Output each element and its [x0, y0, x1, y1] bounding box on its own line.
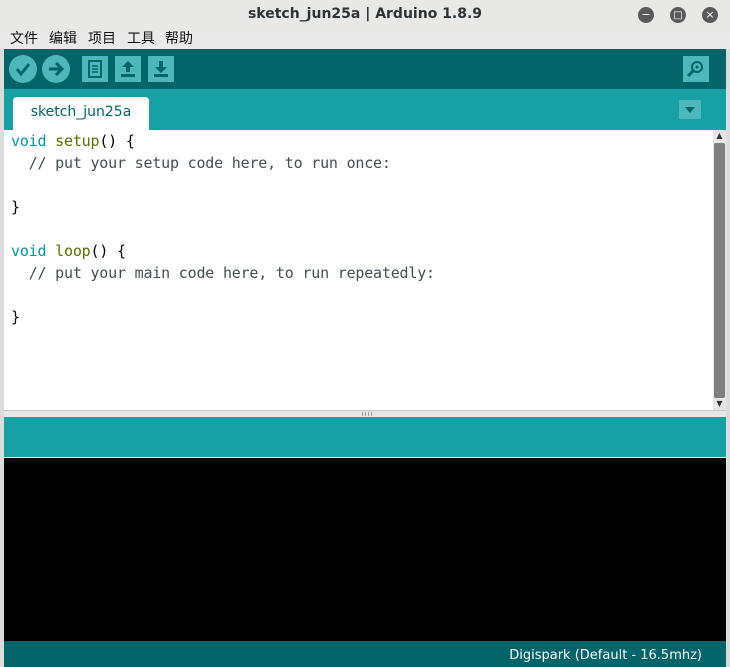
console-output[interactable] [4, 457, 726, 642]
scrollbar-thumb[interactable] [714, 143, 725, 398]
maximize-button[interactable]: □ [670, 7, 686, 23]
open-button[interactable] [115, 56, 141, 82]
minimize-button[interactable]: − [638, 7, 654, 23]
scroll-down-icon[interactable]: ▼ [713, 398, 726, 410]
code-editor[interactable]: void setup() { // put your setup code he… [4, 130, 713, 410]
menu-sketch[interactable]: 项目 [88, 30, 116, 48]
minimize-icon: − [641, 8, 651, 21]
close-button[interactable]: × [702, 7, 718, 23]
title-bar: sketch_jun25a | Arduino 1.8.9 − □ × [0, 0, 730, 31]
menu-tools[interactable]: 工具 [127, 30, 155, 48]
menu-bar: 文件 编辑 项目 工具 帮助 [0, 30, 730, 49]
window-title: sketch_jun25a | Arduino 1.8.9 [247, 6, 483, 22]
code-comment: // put your setup code here, to run once… [11, 154, 391, 172]
open-icon [121, 61, 135, 77]
chevron-down-icon [685, 107, 695, 113]
code-comment: // put your main code here, to run repea… [11, 264, 435, 282]
toolbar [4, 49, 726, 89]
save-button[interactable] [148, 56, 174, 82]
serial-monitor-button[interactable] [683, 56, 709, 82]
tab-sketch[interactable]: sketch_jun25a [13, 97, 149, 130]
code-line: } [11, 198, 20, 216]
menu-edit[interactable]: 编辑 [49, 30, 77, 48]
tab-menu-button[interactable] [679, 100, 701, 119]
serial-monitor-icon [686, 61, 703, 78]
menu-help[interactable]: 帮助 [165, 30, 193, 48]
editor-scrollbar[interactable]: ▲ ▼ [713, 130, 726, 410]
maximize-icon: □ [673, 10, 683, 21]
code-line: } [11, 308, 20, 326]
code-line: void setup() { [11, 132, 135, 150]
menu-file[interactable]: 文件 [10, 30, 38, 48]
verify-button[interactable] [9, 55, 37, 83]
scroll-up-icon[interactable]: ▲ [713, 130, 726, 142]
code-line: void loop() { [11, 242, 126, 260]
tab-bar: sketch_jun25a [4, 89, 726, 130]
upload-icon [49, 61, 65, 77]
verify-icon [15, 63, 31, 77]
new-icon [88, 60, 102, 78]
board-label: Digispark (Default - 16.5mhz) [509, 648, 702, 663]
close-icon: × [705, 8, 715, 21]
status-footer: Digispark (Default - 16.5mhz) [4, 641, 726, 667]
grip-icon [362, 412, 372, 416]
new-button[interactable] [82, 56, 108, 82]
upload-button[interactable] [42, 55, 70, 83]
save-icon [154, 61, 168, 77]
message-area [4, 417, 726, 457]
